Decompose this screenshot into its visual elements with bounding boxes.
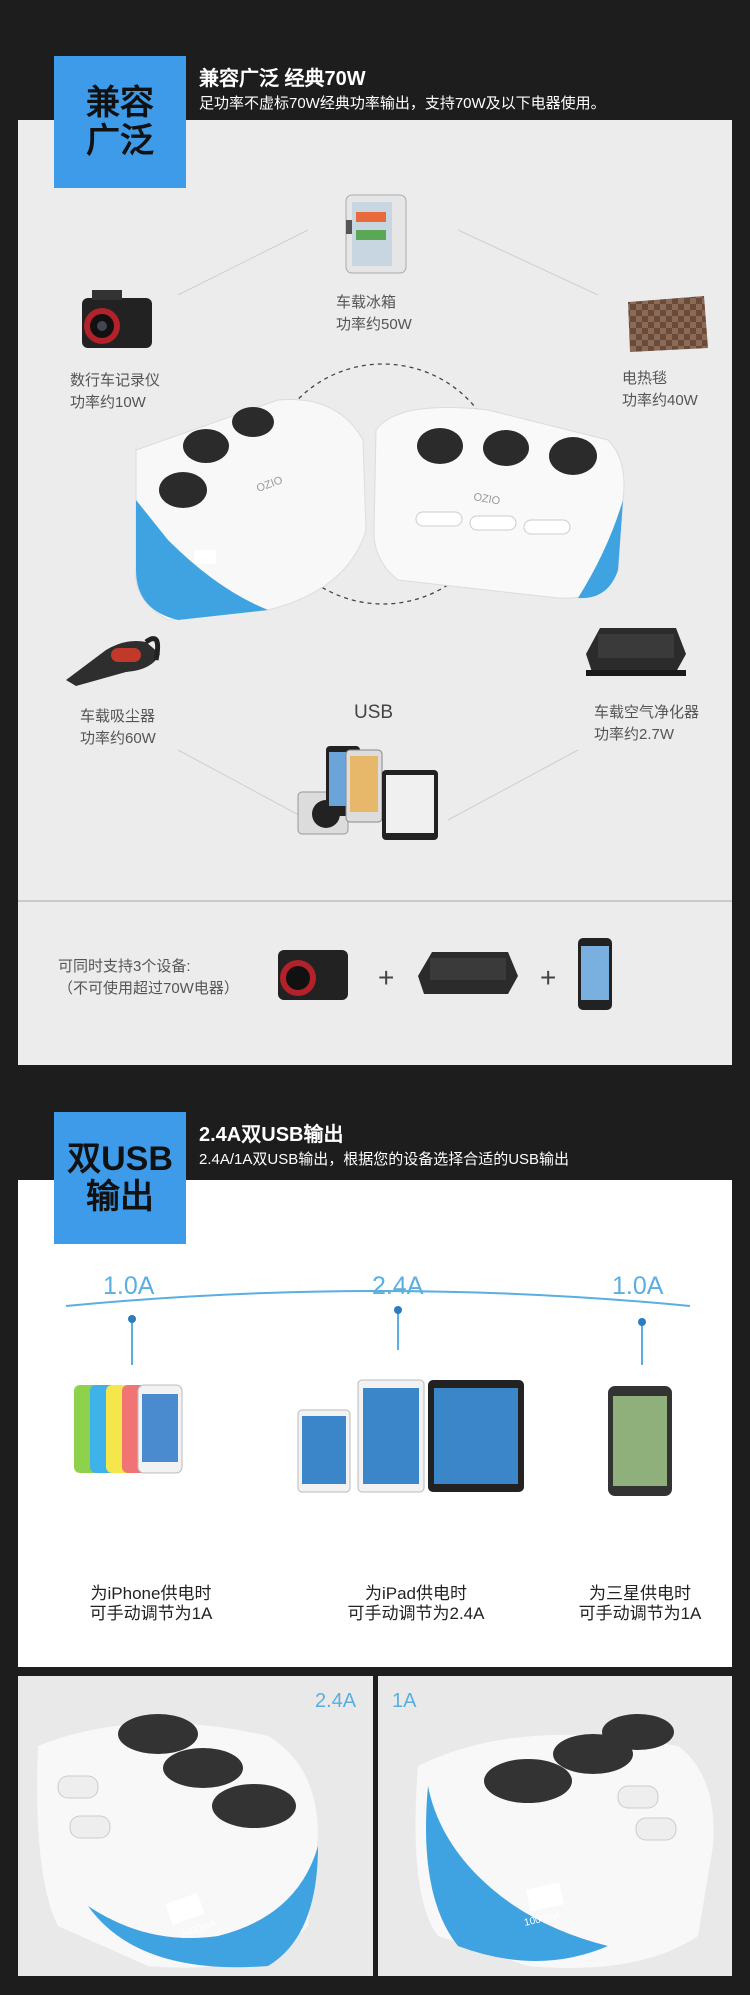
left-current-label: 2.4A bbox=[315, 1690, 357, 1712]
vacuum-label: 车载吸尘器 功率约60W bbox=[80, 706, 156, 750]
right-hub: OZIO bbox=[373, 407, 625, 599]
current-label-left: 1.0A bbox=[103, 1272, 155, 1300]
plus-sign-1: + bbox=[378, 962, 395, 993]
dashcam-icon bbox=[82, 290, 152, 348]
vacuum-power: 功率约60W bbox=[80, 730, 156, 747]
support-dashcam-icon bbox=[278, 950, 348, 1000]
samsung-caption-line-2: 可手动调节为1A bbox=[578, 1604, 702, 1623]
ipad-caption-line-2: 可手动调节为2.4A bbox=[347, 1604, 485, 1623]
dashcam-name: 数行车记录仪 bbox=[70, 372, 161, 389]
support-phone-icon bbox=[578, 938, 612, 1010]
ipad-caption-line-1: 为iPad供电时 bbox=[364, 1584, 468, 1603]
support-info: 可同时支持3个设备: （不可使用超过70W电器） bbox=[58, 956, 239, 1000]
badge-line-1: 兼容 bbox=[86, 84, 154, 122]
iphone-group bbox=[74, 1384, 183, 1474]
purifier-power: 功率约2.7W bbox=[594, 726, 675, 743]
current-label-right: 1.0A bbox=[612, 1272, 664, 1300]
support-purifier-icon bbox=[418, 952, 518, 994]
usb-devices-icon bbox=[297, 746, 438, 840]
blanket-label: 电热毯 功率约40W bbox=[622, 368, 698, 412]
right-current-label: 1A bbox=[392, 1690, 417, 1712]
fridge-name: 车载冰箱 bbox=[336, 294, 397, 311]
section-subtitle: 足功率不虚标70W经典功率输出，支持70W及以下电器使用。 bbox=[199, 95, 606, 112]
support-line-2: （不可使用超过70W电器） bbox=[58, 980, 239, 997]
samsung-phone bbox=[608, 1386, 672, 1496]
ipad-group bbox=[297, 1379, 524, 1493]
fridge-power: 功率约50W bbox=[336, 316, 412, 333]
section-title: 兼容广泛 经典70W bbox=[199, 68, 366, 90]
current-label-center: 2.4A bbox=[372, 1272, 424, 1300]
fridge-icon bbox=[345, 194, 407, 274]
iphone-caption-line-1: 为iPhone供电时 bbox=[90, 1584, 212, 1603]
fridge-label: 车载冰箱 功率约50W bbox=[336, 292, 412, 336]
dashcam-power: 功率约10W bbox=[70, 394, 146, 411]
iphone-caption-line-2: 可手动调节为1A bbox=[89, 1604, 213, 1623]
plus-sign-2: + bbox=[540, 962, 557, 993]
iphone-caption: 为iPhone供电时 可手动调节为1A bbox=[76, 1584, 226, 1624]
badge-line-1: 双USB bbox=[67, 1140, 173, 1178]
hub-closeup-right bbox=[415, 1714, 714, 1968]
purifier-name: 车载空气净化器 bbox=[594, 704, 700, 721]
section-subtitle: 2.4A/1A双USB输出，根据您的设备选择合适的USB输出 bbox=[199, 1151, 570, 1168]
blanket-icon bbox=[628, 296, 708, 352]
purifier-label: 车载空气净化器 功率约2.7W bbox=[594, 702, 699, 746]
vacuum-icon bbox=[66, 636, 161, 686]
section-title: 2.4A双USB输出 bbox=[199, 1124, 344, 1146]
blanket-name: 电热毯 bbox=[622, 370, 668, 387]
dashcam-label: 数行车记录仪 功率约10W bbox=[70, 370, 160, 414]
support-line-1: 可同时支持3个设备: bbox=[58, 958, 191, 975]
usb-label: USB bbox=[354, 702, 394, 723]
samsung-caption-line-1: 为三星供电时 bbox=[589, 1584, 691, 1603]
left-hub: OZIO bbox=[135, 399, 367, 621]
vacuum-name: 车载吸尘器 bbox=[80, 708, 156, 725]
blanket-power: 功率约40W bbox=[622, 392, 698, 409]
samsung-caption: 为三星供电时 可手动调节为1A bbox=[565, 1584, 715, 1624]
port-photo-right bbox=[378, 1676, 732, 1976]
purifier-icon bbox=[586, 628, 686, 676]
ipad-caption: 为iPad供电时 可手动调节为2.4A bbox=[336, 1584, 496, 1624]
